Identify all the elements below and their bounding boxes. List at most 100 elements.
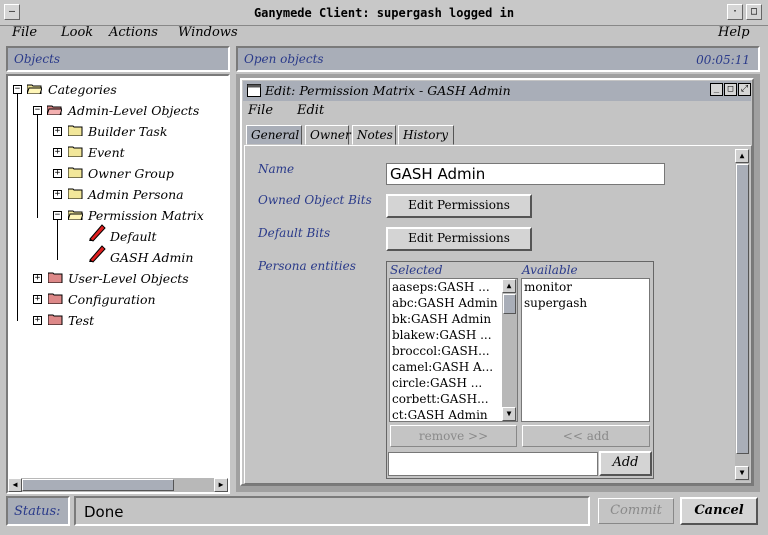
folder-icon <box>68 188 83 199</box>
folder-icon <box>48 314 63 325</box>
add-arrow-button[interactable]: << add <box>522 425 650 447</box>
menubar: File Look Actions Windows Help <box>0 22 768 44</box>
expand-owner-group-toggle[interactable]: + <box>53 169 62 178</box>
menu-actions[interactable]: Actions <box>109 25 158 40</box>
window-title: Ganymede Client: supergash logged in <box>253 6 515 20</box>
name-field[interactable]: GASH Admin <box>386 163 665 185</box>
frame-close-button[interactable]: ⤢ <box>738 83 751 96</box>
frame-maximize-button[interactable]: □ <box>724 83 737 96</box>
status-label: Status: <box>6 496 70 526</box>
status-value: Done <box>74 496 590 526</box>
frame-minimize-button[interactable]: _ <box>710 83 723 96</box>
expand-event-toggle[interactable]: + <box>53 148 62 157</box>
pencil-icon <box>89 224 106 242</box>
session-clock: 00:05:11 <box>696 53 750 67</box>
list-item[interactable]: camel:GASH A... <box>390 359 517 375</box>
edit-window-title: Edit: Permission Matrix - GASH Admin <box>265 83 511 98</box>
list-item[interactable]: bk:GASH Admin <box>390 311 517 327</box>
window-icon <box>247 84 261 97</box>
name-label: Name <box>258 162 295 176</box>
edit-owned-permissions-button[interactable]: Edit Permissions <box>386 194 532 218</box>
tree-node-admin-level[interactable]: Admin-Level Objects <box>68 103 199 118</box>
tab-notes[interactable]: Notes <box>352 125 396 145</box>
scroll-right-arrow[interactable]: ▶ <box>214 478 228 492</box>
open-objects-header: Open objects 00:05:11 <box>236 46 760 72</box>
open-folder-icon <box>27 84 42 94</box>
scroll-down-arrow[interactable]: ▼ <box>502 407 516 421</box>
edit-menu-edit[interactable]: Edit <box>297 103 324 118</box>
edit-menu-file[interactable]: File <box>248 103 273 118</box>
tab-general[interactable]: General <box>246 125 302 145</box>
menu-help[interactable]: Help <box>718 25 750 40</box>
folder-icon <box>68 146 83 157</box>
list-item[interactable]: supergash <box>522 295 649 311</box>
edit-window-titlebar[interactable]: Edit: Permission Matrix - GASH Admin _ □… <box>243 81 751 101</box>
scroll-left-arrow[interactable]: ◀ <box>8 478 22 492</box>
list-item[interactable]: broccol:GASH... <box>390 343 517 359</box>
expand-categories-toggle[interactable]: − <box>13 85 22 94</box>
commit-button[interactable]: Commit <box>598 498 674 524</box>
maximize-button[interactable]: □ <box>746 4 762 20</box>
open-folder-icon <box>68 210 83 220</box>
tab-history[interactable]: History <box>398 125 454 145</box>
scroll-up-arrow[interactable]: ▲ <box>735 149 749 163</box>
tree-node-gash-admin[interactable]: GASH Admin <box>110 250 193 265</box>
default-bits-label: Default Bits <box>258 226 331 240</box>
scroll-up-arrow[interactable]: ▲ <box>502 279 516 293</box>
tree-node-builder-task[interactable]: Builder Task <box>88 124 167 139</box>
expand-user-level-toggle[interactable]: + <box>33 274 42 283</box>
edit-default-permissions-button[interactable]: Edit Permissions <box>386 227 532 251</box>
owned-bits-label: Owned Object Bits <box>258 193 372 207</box>
tree-node-admin-persona[interactable]: Admin Persona <box>88 187 184 202</box>
list-item[interactable]: abc:GASH Admin <box>390 295 517 311</box>
tree-node-categories[interactable]: Categories <box>48 82 117 97</box>
cancel-button[interactable]: Cancel <box>680 497 758 525</box>
list-item[interactable]: monitor <box>522 279 649 295</box>
expand-test-toggle[interactable]: + <box>33 316 42 325</box>
expand-builder-task-toggle[interactable]: + <box>53 127 62 136</box>
scroll-down-arrow[interactable]: ▼ <box>735 466 749 480</box>
minimize-button[interactable]: · <box>727 4 743 20</box>
tree-line <box>17 93 18 321</box>
tab-owner[interactable]: Owner <box>305 125 351 145</box>
remove-button[interactable]: remove >> <box>390 425 517 447</box>
available-list[interactable]: monitor supergash <box>521 278 650 422</box>
pencil-icon <box>89 245 106 263</box>
expand-admin-level-toggle[interactable]: − <box>33 106 42 115</box>
tree-node-event[interactable]: Event <box>88 145 125 160</box>
selected-header: Selected <box>390 263 443 277</box>
selected-list[interactable]: aaseps:GASH ... abc:GASH Admin bk:GASH A… <box>389 278 518 422</box>
list-item[interactable]: ct:GASH Admin <box>390 407 517 421</box>
available-header: Available <box>522 263 578 277</box>
list-item[interactable]: circle:GASH ... <box>390 375 517 391</box>
add-entry-field[interactable] <box>388 452 598 476</box>
objects-header: Objects <box>6 46 230 72</box>
folder-icon <box>68 125 83 136</box>
folder-icon <box>48 272 63 283</box>
tree-scroll-thumb[interactable] <box>22 479 174 491</box>
menu-file[interactable]: File <box>12 25 37 40</box>
tree-node-configuration[interactable]: Configuration <box>68 292 156 307</box>
list-item[interactable]: corbett:GASH... <box>390 391 517 407</box>
folder-icon <box>48 293 63 304</box>
tree-node-default[interactable]: Default <box>110 229 157 244</box>
tree-node-permission-matrix[interactable]: Permission Matrix <box>88 208 204 223</box>
tree-node-owner-group[interactable]: Owner Group <box>88 166 174 181</box>
list-item[interactable]: blakew:GASH ... <box>390 327 517 343</box>
folder-icon <box>68 167 83 178</box>
tree-node-user-level[interactable]: User-Level Objects <box>68 271 189 286</box>
add-button[interactable]: Add <box>599 451 652 476</box>
open-objects-label: Open objects <box>244 52 324 66</box>
expand-permission-matrix-toggle[interactable]: − <box>53 211 62 220</box>
tree-line <box>37 114 38 218</box>
persona-entities-label: Persona entities <box>258 259 356 273</box>
expand-admin-persona-toggle[interactable]: + <box>53 190 62 199</box>
menu-look[interactable]: Look <box>61 25 93 40</box>
window-menu-button[interactable]: — <box>4 4 20 20</box>
panel-scroll-thumb[interactable] <box>736 164 749 454</box>
tree-node-test[interactable]: Test <box>68 313 94 328</box>
expand-configuration-toggle[interactable]: + <box>33 295 42 304</box>
menu-windows[interactable]: Windows <box>178 25 238 40</box>
list-item[interactable]: aaseps:GASH ... <box>390 279 517 295</box>
selected-scroll-thumb[interactable] <box>503 294 516 314</box>
